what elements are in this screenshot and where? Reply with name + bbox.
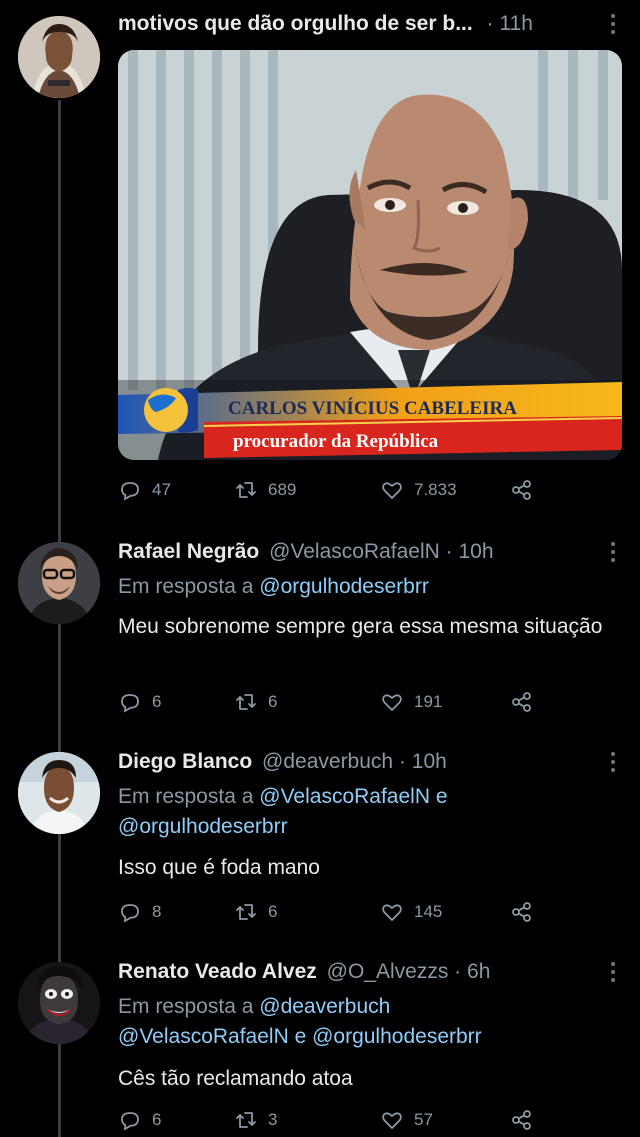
reply-count: 6 — [152, 1110, 162, 1129]
tweet-image[interactable]: CARLOS VINÍCIUS CABELEIRA procurador da … — [118, 50, 622, 460]
reply-icon — [121, 1112, 139, 1131]
replying-prefix: Em resposta a — [118, 575, 254, 598]
tweet-text: Isso que é foda mano — [118, 856, 320, 879]
reply-icon — [121, 904, 139, 923]
share-button[interactable] — [510, 478, 534, 502]
share-button[interactable] — [510, 1108, 534, 1132]
tweet-header: Rafael Negrão @VelascoRafaelN · 10h — [118, 538, 494, 566]
caption-name: CARLOS VINÍCIUS CABELEIRA — [228, 397, 517, 419]
share-icon — [512, 1110, 531, 1130]
tweet-actions: 6 6 191 — [118, 690, 538, 718]
retweet-icon — [236, 694, 256, 710]
user-name[interactable]: Renato Veado Alvez — [118, 960, 317, 983]
user-name[interactable]: Diego Blanco — [118, 750, 252, 773]
retweet-icon — [236, 482, 256, 498]
retweet-count: 3 — [268, 1110, 278, 1129]
reply-button[interactable]: 6 — [118, 690, 161, 714]
share-icon — [512, 902, 531, 922]
user-name[interactable]: Rafael Negrão — [118, 540, 259, 563]
tweet-header: Renato Veado Alvez @O_Alvezzs · 6h — [118, 958, 490, 986]
more-options-icon[interactable] — [610, 14, 616, 34]
like-button[interactable]: 145 — [380, 900, 442, 924]
avatar[interactable] — [18, 962, 100, 1044]
reply-icon — [121, 694, 139, 713]
reply-count: 8 — [152, 902, 162, 921]
separator-dot: · — [454, 960, 462, 983]
replying-prefix: Em resposta a — [118, 785, 254, 808]
share-button[interactable] — [510, 900, 534, 924]
avatar-image — [18, 752, 100, 834]
tweet-time[interactable]: 10h — [459, 540, 494, 563]
more-options-icon[interactable] — [610, 542, 616, 562]
reply-button[interactable]: 8 — [118, 900, 161, 924]
retweet-icon — [236, 1112, 256, 1128]
tweet-actions: 8 6 145 — [118, 900, 538, 928]
more-options-icon[interactable] — [610, 752, 616, 772]
retweet-count: 6 — [268, 902, 278, 921]
reply-count: 47 — [152, 480, 171, 499]
replying-mentions[interactable]: @orgulhodeserbrr — [259, 575, 429, 598]
like-count: 145 — [414, 902, 443, 921]
avatar[interactable] — [18, 542, 100, 624]
tweet-title[interactable]: motivos que dão orgulho de ser b... — [118, 12, 473, 35]
retweet-button[interactable]: 6 — [234, 900, 277, 924]
tweet-time[interactable]: 10h — [412, 750, 447, 773]
retweet-count: 6 — [268, 692, 278, 711]
tweet-time[interactable]: 11h — [499, 12, 532, 35]
share-button[interactable] — [510, 690, 534, 714]
like-count: 191 — [414, 692, 443, 711]
retweet-button[interactable]: 3 — [234, 1108, 277, 1132]
heart-icon — [382, 694, 402, 711]
retweet-count: 689 — [268, 480, 297, 499]
replying-to: Em resposta a @orgulhodeserbrr — [118, 572, 608, 602]
reply-button[interactable]: 47 — [118, 478, 171, 502]
heart-icon — [382, 904, 402, 921]
like-count: 7.833 — [414, 480, 457, 499]
replying-to: Em resposta a @deaverbuch @VelascoRafael… — [118, 992, 558, 1052]
reply-count: 6 — [152, 692, 162, 711]
like-button[interactable]: 7.833 — [380, 478, 457, 502]
user-handle[interactable]: @deaverbuch — [262, 750, 393, 773]
reply-button[interactable]: 6 — [118, 1108, 161, 1132]
tweet-actions: 6 3 57 — [118, 1108, 538, 1136]
tweet-header: Diego Blanco @deaverbuch · 10h — [118, 748, 447, 776]
separator-dot: · — [486, 12, 494, 35]
avatar-image — [18, 542, 100, 624]
separator-dot: · — [445, 540, 453, 563]
avatar[interactable] — [18, 16, 100, 98]
caption-role: procurador da República — [233, 431, 439, 452]
news-photo: CARLOS VINÍCIUS CABELEIRA procurador da … — [118, 50, 622, 460]
user-handle[interactable]: @VelascoRafaelN — [269, 540, 440, 563]
user-handle[interactable]: @O_Alvezzs — [327, 960, 449, 983]
more-options-icon[interactable] — [610, 962, 616, 982]
separator-dot: · — [398, 750, 406, 773]
avatar[interactable] — [18, 752, 100, 834]
avatar-image — [18, 962, 100, 1044]
replying-to: Em resposta a @VelascoRafaelN e @orgulho… — [118, 782, 518, 842]
replying-prefix: Em resposta a — [118, 995, 254, 1018]
heart-icon — [382, 1112, 402, 1129]
like-count: 57 — [414, 1110, 433, 1129]
like-button[interactable]: 57 — [380, 1108, 433, 1132]
tweet-actions: 47 689 7.833 — [118, 478, 538, 506]
retweet-icon — [236, 904, 256, 920]
tweet-text: Cês tão reclamando atoa — [118, 1067, 353, 1090]
tweet-header: motivos que dão orgulho de ser b... · 11… — [118, 10, 533, 38]
tweet-time[interactable]: 6h — [467, 960, 490, 983]
retweet-button[interactable]: 6 — [234, 690, 277, 714]
share-icon — [512, 692, 531, 712]
like-button[interactable]: 191 — [380, 690, 442, 714]
retweet-button[interactable]: 689 — [234, 478, 296, 502]
heart-icon — [382, 482, 402, 499]
share-icon — [512, 480, 531, 500]
tweet-text: Meu sobrenome sempre gera essa mesma sit… — [118, 615, 603, 638]
avatar-image — [18, 16, 100, 98]
reply-icon — [121, 482, 139, 501]
